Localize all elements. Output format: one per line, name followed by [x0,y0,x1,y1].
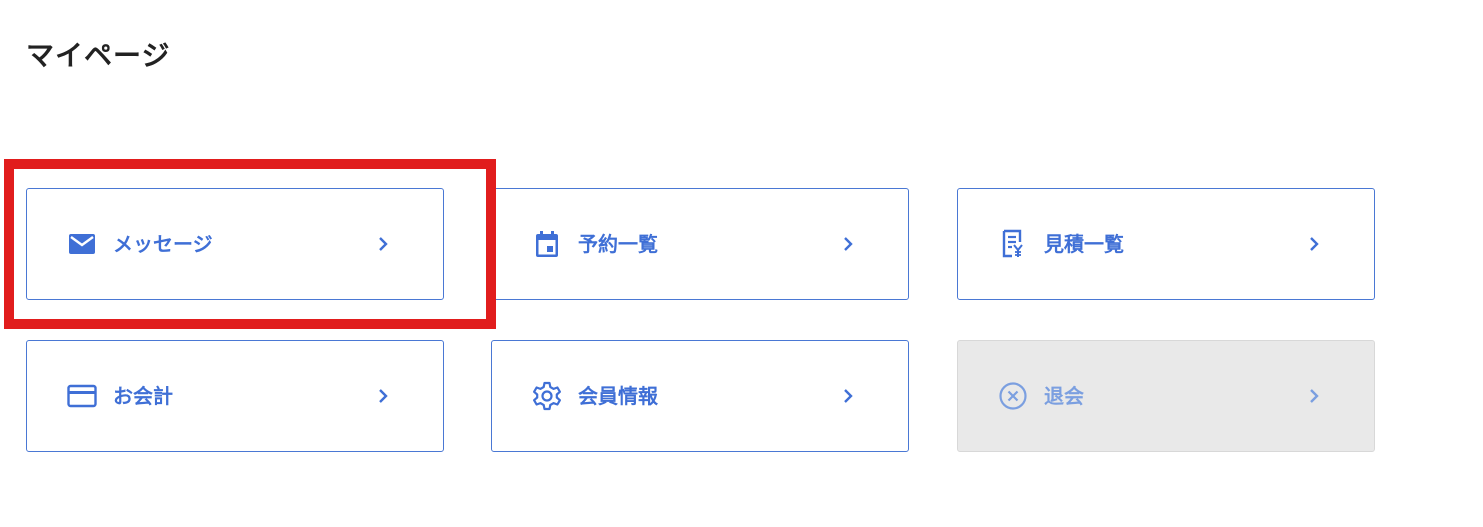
gear-icon [532,381,562,411]
menu-card-label: 会員情報 [578,384,658,408]
menu-card-label: メッセージ [113,232,213,256]
menu-card-label: 退会 [1044,384,1084,408]
calendar-icon [532,229,562,259]
menu-card-estimates[interactable]: 見積一覧 [957,188,1375,300]
menu-card-payment[interactable]: お会計 [26,340,444,452]
chevron-right-icon [379,389,388,403]
mail-icon [67,229,97,259]
chevron-right-icon [1310,389,1319,403]
chevron-right-icon [379,237,388,251]
chevron-right-icon [1310,237,1319,251]
page-title: マイページ [26,39,171,72]
menu-card-label: 見積一覧 [1044,232,1124,256]
menu-card-label: お会計 [113,384,173,408]
menu-card-withdraw: 退会 [957,340,1375,452]
chevron-right-icon [844,389,853,403]
cancel-circle-icon [998,381,1028,411]
menu-card-reservations[interactable]: 予約一覧 [491,188,909,300]
estimate-receipt-icon [998,229,1028,259]
chevron-right-icon [844,237,853,251]
menu-card-messages[interactable]: メッセージ [26,188,444,300]
menu-card-label: 予約一覧 [578,232,658,256]
credit-card-icon [67,381,97,411]
menu-card-member-info[interactable]: 会員情報 [491,340,909,452]
